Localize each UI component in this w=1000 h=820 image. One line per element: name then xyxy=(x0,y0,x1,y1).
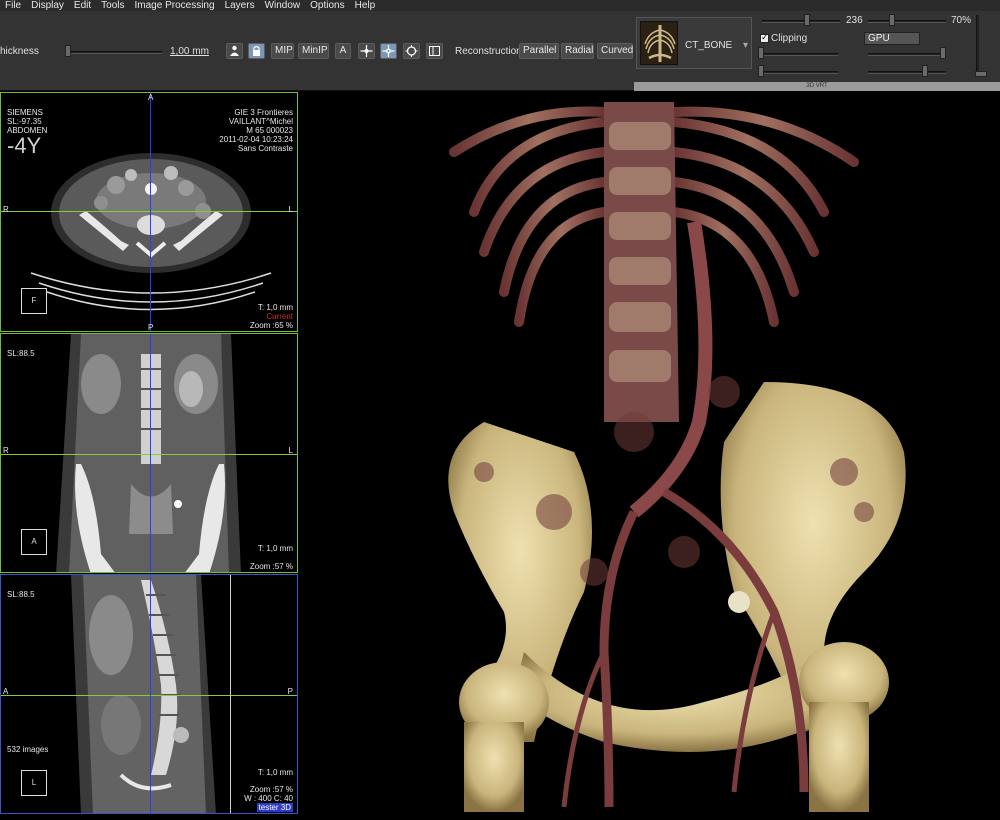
render-mode-label: 3D VRT xyxy=(806,83,828,89)
sagittal-orientation-label: L xyxy=(31,778,37,787)
volume-render-viewport[interactable] xyxy=(304,92,1000,820)
coronal-viewport[interactable]: SL:88.5 R L A T: 1,0 mm Zoom :57 % xyxy=(0,333,298,573)
crosshair-icon[interactable] xyxy=(358,43,375,59)
axial-bottom-marker: P xyxy=(148,323,154,332)
menu-image-processing[interactable]: Image Processing xyxy=(130,0,220,11)
menu-display[interactable]: Display xyxy=(26,0,69,11)
axial-viewport[interactable]: A SIEMENS SL:-97.35 ABDOMEN -4Y GIE 3 Fr… xyxy=(0,92,298,332)
opacity-slider-b[interactable] xyxy=(868,20,946,23)
gpu-select[interactable]: GPU xyxy=(864,32,920,45)
menu-bar: File Display Edit Tools Image Processing… xyxy=(0,0,1000,11)
axial-left-marker: R xyxy=(3,205,9,214)
check-icon: ✓ xyxy=(761,32,769,42)
chevron-down-icon[interactable]: ▾ xyxy=(743,40,748,51)
coronal-zoom: Zoom :57 % xyxy=(249,562,293,571)
sagittal-right-marker: P xyxy=(287,687,293,696)
preset-name: CT_BONE xyxy=(685,40,733,51)
reconstruction-label: Reconstruction xyxy=(455,46,522,57)
coronal-right-marker: L xyxy=(288,446,293,455)
menu-edit[interactable]: Edit xyxy=(69,0,96,11)
opacity-slider-a-thumb[interactable] xyxy=(804,14,810,26)
axial-thickness: T: 1,0 mm xyxy=(257,303,293,312)
axial-patient-5: Sans Contraste xyxy=(237,144,293,153)
sagittal-images-count: 532 images xyxy=(7,745,49,754)
sagittal-user-label: tester 3D xyxy=(256,803,293,812)
coronal-sl: SL:88.5 xyxy=(7,349,35,358)
axial-orientation-label: F xyxy=(31,296,37,305)
clip-slider-c[interactable] xyxy=(760,71,838,74)
volume-render-image xyxy=(448,102,906,812)
move-icon[interactable] xyxy=(380,43,397,59)
preset-thumbnail xyxy=(640,21,678,65)
clip-slider-b-thumb[interactable] xyxy=(940,47,946,59)
sagittal-sl: SL:88.5 xyxy=(7,590,35,599)
opacity-slider-a[interactable] xyxy=(762,20,840,23)
a-button[interactable]: A xyxy=(335,43,351,59)
layout-icon[interactable] xyxy=(426,43,443,59)
coronal-thickness: T: 1,0 mm xyxy=(257,544,293,553)
axial-current: Current xyxy=(266,312,293,321)
axial-patient-1: GIE 3 Frontieres xyxy=(234,108,293,117)
opacity-slider-b-thumb[interactable] xyxy=(889,14,895,26)
menu-help[interactable]: Help xyxy=(350,0,381,11)
axial-top-marker: A xyxy=(148,93,154,102)
vertical-slider-thumb[interactable] xyxy=(975,71,987,77)
thickness-slider-thumb[interactable] xyxy=(65,45,71,57)
clipping-label: Clipping xyxy=(771,33,808,44)
radial-button[interactable]: Radial xyxy=(561,43,594,59)
lock-icon[interactable] xyxy=(248,43,265,59)
axial-zoom: Zoom :65 % xyxy=(249,321,293,330)
mip-button[interactable]: MIP xyxy=(271,43,294,59)
sagittal-thickness: T: 1,0 mm xyxy=(257,768,293,777)
curved-button[interactable]: Curved xyxy=(597,43,633,59)
sagittal-window-level: W : 400 C: 40 xyxy=(244,794,293,803)
sagittal-orientation-box: L xyxy=(21,770,47,796)
sagittal-left-marker: A xyxy=(3,687,9,696)
vertical-slider[interactable] xyxy=(976,15,979,77)
parallel-button[interactable]: Parallel xyxy=(519,43,559,59)
clip-slider-b[interactable] xyxy=(868,53,946,56)
sagittal-v-crosshair[interactable] xyxy=(150,575,151,813)
clip-slider-c-thumb[interactable] xyxy=(758,65,764,77)
coronal-v-crosshair[interactable] xyxy=(150,334,151,572)
value-70: 70% xyxy=(951,15,972,26)
coronal-left-marker: R xyxy=(3,446,9,455)
person-icon[interactable] xyxy=(226,43,243,59)
axial-v-crosshair[interactable] xyxy=(150,93,151,331)
render-mode-strip: 3D VRT xyxy=(634,82,1000,91)
preset-selector[interactable]: CT_BONE ▾ xyxy=(636,17,752,69)
thickness-label: hickness xyxy=(0,46,39,57)
axial-patient-4: 2011-02-04 10:23:24 xyxy=(219,135,293,144)
menu-layers[interactable]: Layers xyxy=(220,0,260,11)
clip-slider-a-thumb[interactable] xyxy=(758,47,764,59)
coronal-orientation-box: A xyxy=(21,529,47,555)
coronal-orientation-label: A xyxy=(31,537,37,546)
axial-right-marker: L xyxy=(288,205,293,214)
axial-info-1: SIEMENS xyxy=(7,108,44,117)
axial-info-2: SL:-97.35 xyxy=(7,117,42,126)
gpu-value: GPU xyxy=(868,33,890,44)
menu-window[interactable]: Window xyxy=(260,0,306,11)
menu-file[interactable]: File xyxy=(0,0,26,11)
axial-patient-3: M 65 000023 xyxy=(246,126,293,135)
axial-age: -4Y xyxy=(7,133,42,158)
menu-options[interactable]: Options xyxy=(305,0,349,11)
clip-slider-d[interactable] xyxy=(868,71,946,74)
sagittal-ref-line[interactable] xyxy=(230,575,231,813)
value-236: 236 xyxy=(846,15,863,26)
clipping-checkbox[interactable]: ✓ xyxy=(760,32,769,43)
thickness-value[interactable]: 1,00 mm xyxy=(170,46,209,57)
clip-slider-d-thumb[interactable] xyxy=(922,65,928,77)
thickness-slider[interactable] xyxy=(66,51,162,54)
clip-slider-a[interactable] xyxy=(760,53,838,56)
toolbar: hickness 1,00 mm MIP MinIP A Reconstruct… xyxy=(0,11,1000,91)
sagittal-viewport[interactable]: SL:88.5 A P 532 images L T: 1,0 mm Zoom … xyxy=(0,574,298,814)
minip-button[interactable]: MinIP xyxy=(298,43,329,59)
axial-orientation-box: F xyxy=(21,288,47,314)
menu-tools[interactable]: Tools xyxy=(96,0,129,11)
target-icon[interactable] xyxy=(403,43,420,59)
sagittal-zoom: Zoom :57 % xyxy=(249,785,293,794)
axial-patient-2: VAILLANT^Michel xyxy=(228,117,293,126)
